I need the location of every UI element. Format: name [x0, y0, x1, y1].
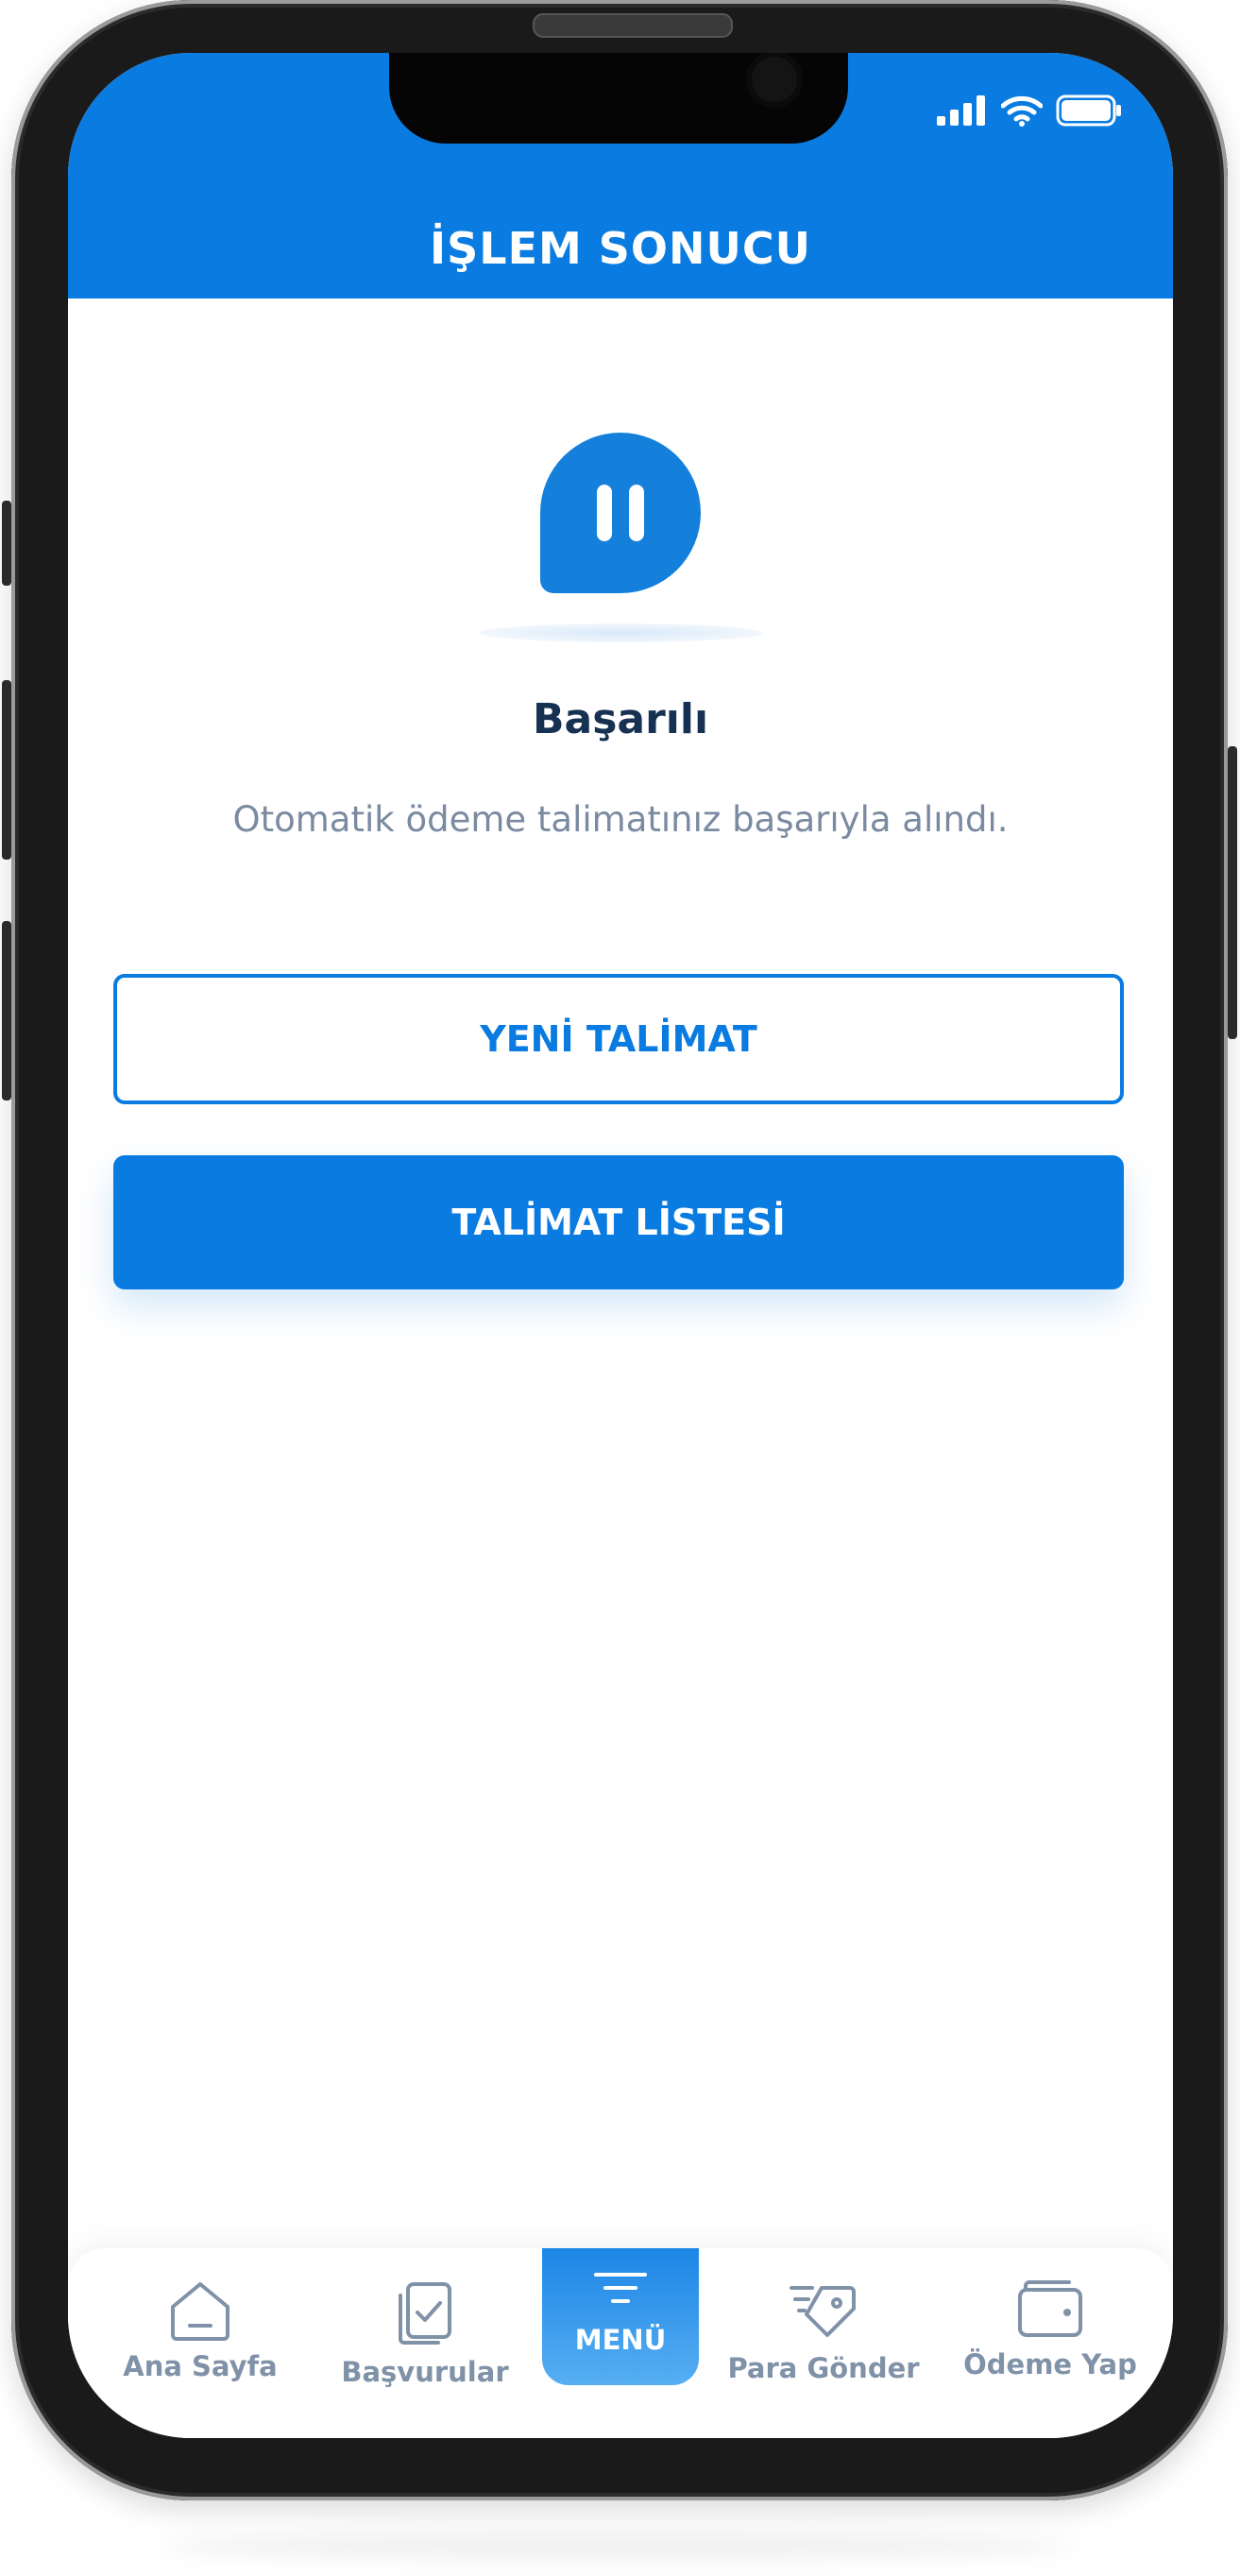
bottom-navigation: Ana Sayfa Başvurular MENÜ Para Gönder Öd… — [68, 2248, 1173, 2438]
notch — [389, 53, 848, 144]
nav-item-make-payment[interactable]: Ödeme Yap — [942, 2248, 1159, 2418]
nav-item-home[interactable]: Ana Sayfa — [92, 2248, 309, 2418]
new-instruction-button[interactable]: YENİ TALİMAT — [113, 974, 1124, 1104]
wifi-icon — [1000, 94, 1044, 130]
battery-icon — [1056, 94, 1122, 130]
earpiece-speaker — [533, 13, 733, 38]
mute-switch — [2, 501, 11, 586]
nav-label-menu: MENÜ — [574, 2324, 667, 2356]
nav-label-applications: Başvurular — [341, 2356, 509, 2388]
volume-down-button — [2, 921, 11, 1100]
screen: İŞLEM SONUCU Başarılı Otomatik ödeme tal… — [68, 53, 1173, 2438]
instruction-list-button[interactable]: TALİMAT LİSTESİ — [113, 1155, 1124, 1289]
nav-label-home: Ana Sayfa — [123, 2350, 278, 2382]
volume-up-button — [2, 680, 11, 860]
app-header: İŞLEM SONUCU — [68, 53, 1173, 299]
nav-item-applications[interactable]: Başvurular — [316, 2248, 534, 2418]
home-icon — [171, 2282, 229, 2341]
nav-label-send-money: Para Gönder — [727, 2352, 920, 2384]
device-shadow — [161, 2532, 1077, 2560]
menu-icon — [594, 2273, 647, 2303]
pause-status-icon — [540, 433, 701, 593]
front-camera — [746, 53, 803, 108]
send-money-icon — [790, 2286, 856, 2337]
icon-shadow — [480, 623, 763, 642]
nav-item-send-money[interactable]: Para Gönder — [715, 2248, 932, 2418]
wallet-icon — [1018, 2280, 1082, 2337]
power-button — [1228, 746, 1237, 1039]
result-title: Başarılı — [532, 695, 709, 743]
nav-item-menu[interactable]: MENÜ — [542, 2248, 699, 2385]
applications-icon — [399, 2282, 451, 2345]
result-message: Otomatik ödeme talimatınız başarıyla alı… — [232, 799, 1009, 840]
page-title: İŞLEM SONUCU — [430, 223, 811, 274]
status-bar-icons — [937, 94, 1122, 130]
signal-icon — [937, 95, 988, 129]
nav-label-make-payment: Ödeme Yap — [963, 2348, 1137, 2380]
